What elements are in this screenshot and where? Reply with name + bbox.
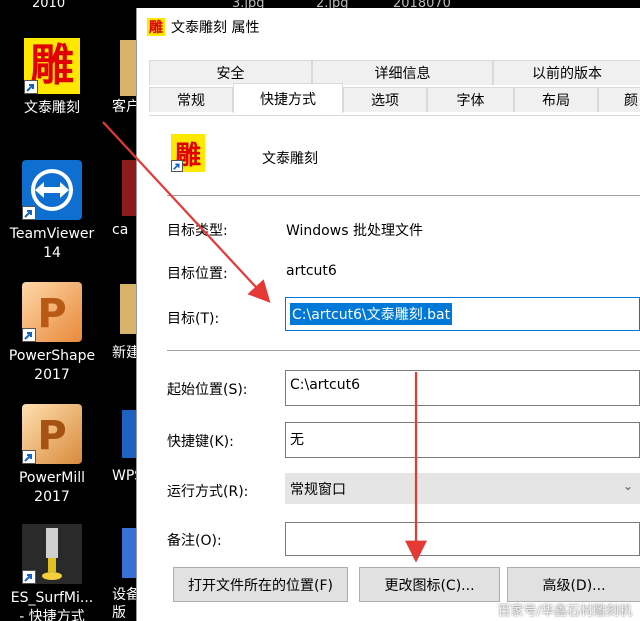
annotation-arrow-target <box>102 121 271 303</box>
watermark: 百家号/华鑫石材雕刻机 <box>497 604 632 619</box>
annotation-arrows <box>102 121 427 563</box>
